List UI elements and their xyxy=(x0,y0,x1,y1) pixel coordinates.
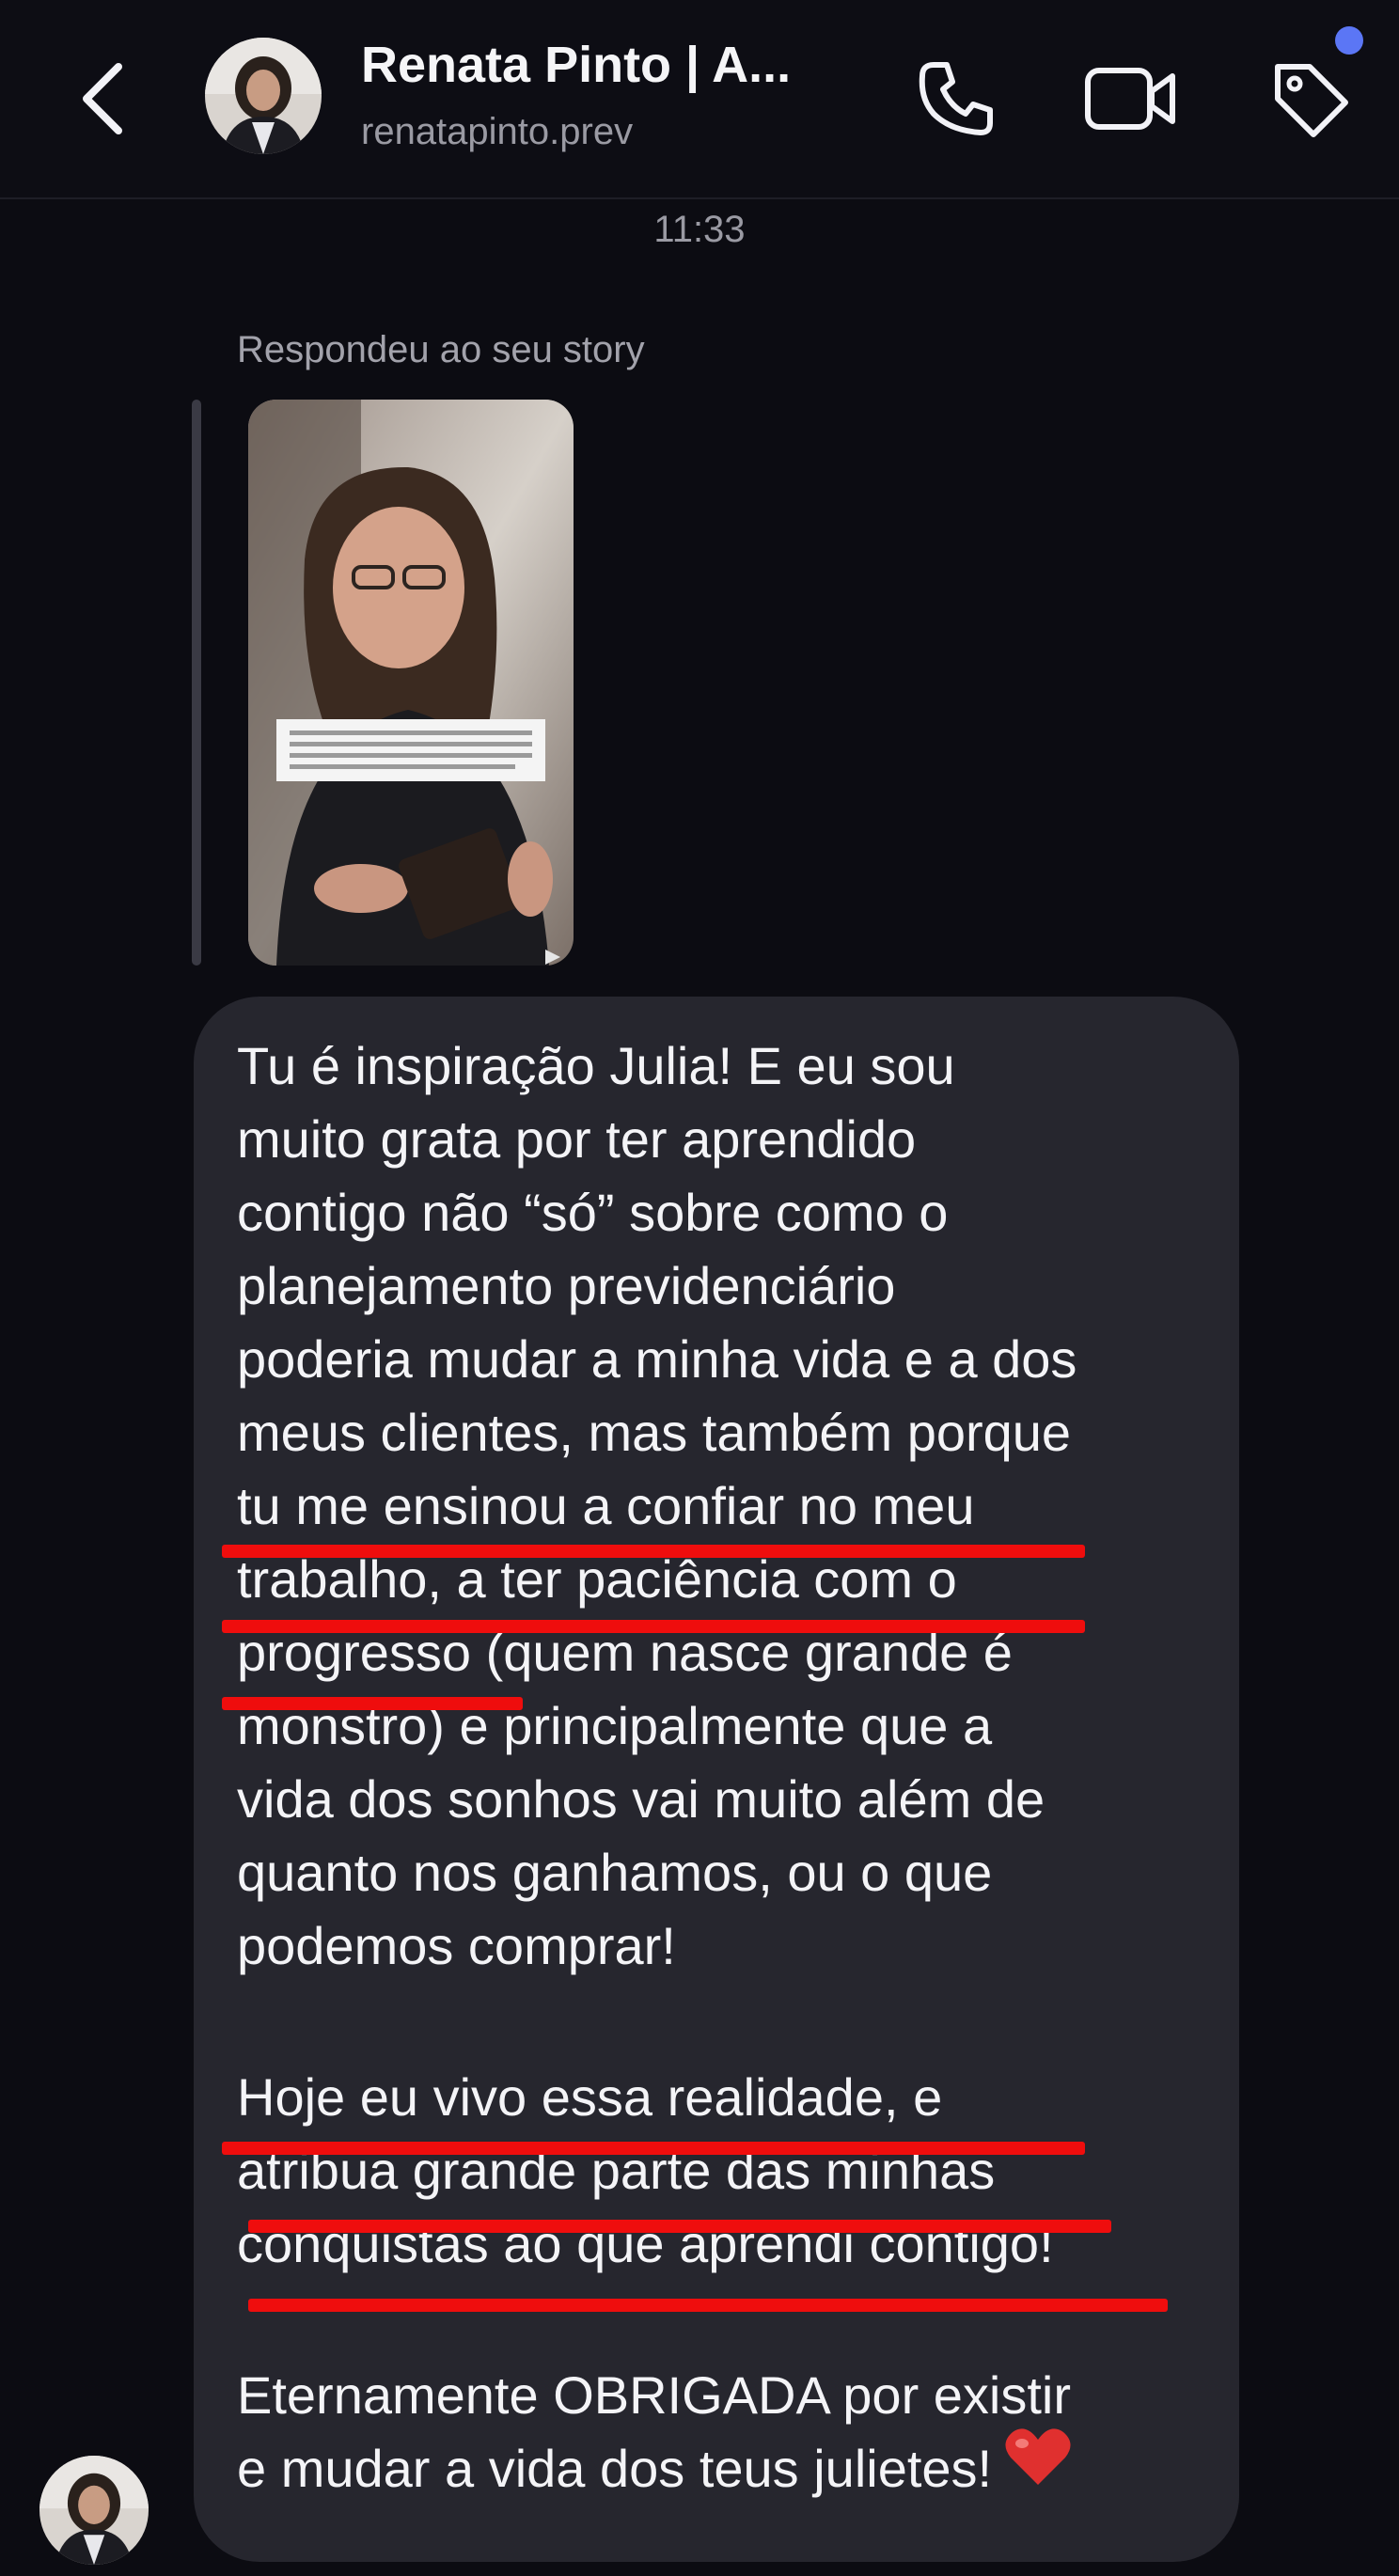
video-camera-icon xyxy=(1085,68,1175,130)
message-line: podemos comprar! xyxy=(237,1916,676,1975)
message-line: tu me ensinou a confiar no meu xyxy=(237,1476,975,1535)
message-line: Tu é inspiração Julia! E eu sou xyxy=(237,1036,955,1095)
call-button[interactable] xyxy=(904,47,1008,150)
message-bubble[interactable]: Tu é inspiração Julia! E eu sou muito gr… xyxy=(194,997,1239,2562)
message-line: planejamento previdenciário xyxy=(237,1256,896,1315)
message-line: vida dos sonhos vai muito além de xyxy=(237,1769,1045,1829)
sender-avatar[interactable] xyxy=(39,2456,149,2565)
avatar-image xyxy=(39,2456,149,2565)
contact-avatar[interactable] xyxy=(205,38,322,154)
chat-header: Renata Pinto | A... renatapinto.prev xyxy=(0,0,1399,199)
message-last-line: e mudar a vida dos teus julietes! xyxy=(237,2428,1073,2513)
highlight-underline xyxy=(248,2299,1168,2312)
heart-emoji xyxy=(1003,2427,1073,2507)
back-button[interactable] xyxy=(66,52,141,146)
message-line: meus clientes, mas também porque xyxy=(237,1403,1072,1462)
tag-icon xyxy=(1275,64,1348,137)
video-call-button[interactable] xyxy=(1079,47,1183,150)
message-line: Hoje eu vivo essa realidade, e xyxy=(237,2067,943,2127)
message-line: muito grata por ter aprendido xyxy=(237,1109,917,1169)
story-thumbnail[interactable] xyxy=(248,400,574,966)
message-line: conquistas ao que aprendi contigo! xyxy=(237,2214,1054,2273)
story-reply-label: Respondeu ao seu story xyxy=(237,329,645,370)
reply-indicator-bar xyxy=(192,400,201,966)
message-line: e mudar a vida dos teus julietes! xyxy=(237,2439,993,2498)
back-chevron-icon xyxy=(83,63,122,134)
contact-name[interactable]: Renata Pinto | A... xyxy=(361,36,791,94)
highlight-underline xyxy=(222,1697,523,1710)
avatar-image xyxy=(205,38,322,154)
tag-button[interactable] xyxy=(1258,47,1361,150)
phone-icon xyxy=(919,62,993,135)
highlight-underline xyxy=(222,1545,1085,1558)
message-line: contigo não “só” sobre como o xyxy=(237,1183,949,1242)
message-timestamp: 11:33 xyxy=(653,209,746,250)
message-line: poderia mudar a minha vida e a dos xyxy=(237,1329,1077,1389)
message-line: quanto nos ganhamos, ou o que xyxy=(237,1843,993,1902)
highlight-underline xyxy=(222,1620,1085,1633)
message-line: Eternamente OBRIGADA por existir xyxy=(237,2365,1072,2425)
story-thumbnail-image xyxy=(248,400,574,966)
notification-dot xyxy=(1335,26,1363,55)
highlight-underline xyxy=(248,2220,1111,2233)
highlight-underline xyxy=(222,2142,1085,2155)
contact-username: renatapinto.prev xyxy=(361,111,634,152)
